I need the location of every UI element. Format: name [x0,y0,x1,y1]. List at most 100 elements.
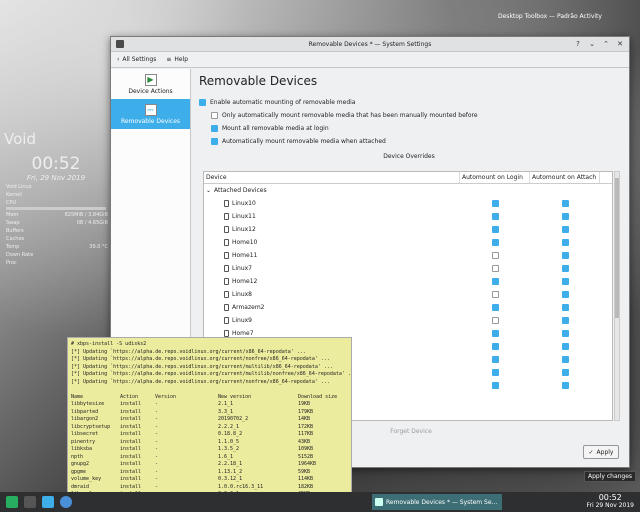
tray-time: 00:52 [598,493,622,502]
col-attach[interactable]: Automount on Attach [530,172,600,183]
device-name: Linux9 [232,317,252,324]
table-row[interactable]: Home12 [204,275,612,288]
forget-device-button[interactable]: Forget Device [351,425,471,439]
option-3[interactable]: Automatically mount removable media when… [199,135,619,148]
terminal-package-row: pinentry install - 1.1.0_5 43KB [71,439,348,447]
attach-checkbox[interactable] [561,330,569,337]
table-row[interactable]: Linux7 [204,262,612,275]
sidebar-item-device-actions[interactable]: ▶ Device Actions [111,69,190,99]
login-checkbox[interactable] [491,369,499,376]
terminal-launcher-icon[interactable] [24,496,36,508]
col-login[interactable]: Automount on Login [460,172,530,183]
attach-checkbox[interactable] [561,343,569,350]
login-checkbox[interactable] [491,213,499,220]
desktop-toolbox-label[interactable]: Desktop Toolbox — Padrão Activity [498,13,602,20]
login-checkbox[interactable] [491,265,499,272]
task-label: Removable Devices * — System Se... [386,498,498,506]
table-row[interactable]: Armazem2 [204,301,612,314]
chevron-down-icon[interactable]: ⌄ [206,187,211,194]
attach-checkbox[interactable] [561,304,569,311]
package-cell: install [120,416,142,422]
terminal-update-line: [*] Updating `https://alpha.de.repo.void… [71,363,333,370]
terminal-package-row: gpgme install - 1.13.1_2 59KB [71,469,348,477]
attach-checkbox[interactable] [561,369,569,376]
option-checkbox[interactable] [211,112,218,119]
package-cell: 109KB [298,446,314,452]
option-0[interactable]: Enable automatic mounting of removable m… [199,96,619,109]
close-icon[interactable]: ✕ [615,39,625,49]
package-cell: 1.6_1 [218,453,234,460]
task-system-settings[interactable]: Removable Devices * — System Se... [372,494,502,510]
titlebar[interactable]: Removable Devices * — System Settings ? … [111,37,629,52]
package-cell: - [155,483,159,490]
package-cell: install [120,453,142,460]
scrollbar-thumb[interactable] [615,178,619,318]
login-checkbox[interactable] [491,330,499,337]
terminal-update-line: [*] Updating `https://alpha.de.repo.void… [71,378,330,385]
option-checkbox[interactable] [211,138,218,145]
package-cell: libcryptsetup [71,423,111,430]
table-row[interactable]: Linux11 [204,210,612,223]
table-row[interactable]: Home11 [204,249,612,262]
toolbar: ‹ All Settings ≡ Help [111,52,629,68]
terminal-table-header: Name Action Version New version Download… [71,394,348,402]
option-checkbox[interactable] [211,125,218,132]
help-label: Help [174,56,189,63]
option-checkbox[interactable] [199,99,206,106]
help-icon[interactable]: ? [573,39,583,49]
attach-checkbox[interactable] [561,278,569,285]
package-cell: 0.18.8_2 [218,431,243,437]
attach-checkbox[interactable] [561,213,569,220]
terminal-window[interactable]: # xbps-install -S udisks2 [*] Updating `… [67,337,352,512]
table-row[interactable]: Linux9 [204,314,612,327]
drive-icon [224,239,229,246]
file-manager-icon[interactable] [42,496,54,508]
attach-checkbox[interactable] [561,252,569,259]
option-2[interactable]: Mount all removable media at login [199,122,619,135]
group-row[interactable]: ⌄ Attached Devices [204,184,612,197]
login-checkbox[interactable] [491,382,499,389]
option-1[interactable]: Only automatically mount removable media… [199,109,619,122]
login-checkbox[interactable] [491,239,499,246]
login-checkbox[interactable] [491,252,499,259]
apply-button[interactable]: ✓ Apply [583,445,619,459]
package-cell: 2.2.2_1 [218,423,240,430]
attach-checkbox[interactable] [561,265,569,272]
attach-checkbox[interactable] [561,291,569,298]
group-title: Device Overrides [383,153,435,160]
conky-key: Kernel [6,192,22,198]
table-row[interactable]: Linux10 [204,197,612,210]
attach-checkbox[interactable] [561,317,569,324]
conky-key: Proc [6,260,17,266]
login-checkbox[interactable] [491,356,499,363]
login-checkbox[interactable] [491,317,499,324]
table-scrollbar[interactable] [614,171,620,421]
tray-clock[interactable]: 00:52 Fri 29 Nov 2019 [587,494,634,510]
help-button[interactable]: ≡ Help [166,56,188,63]
attach-checkbox[interactable] [561,226,569,233]
table-row[interactable]: Linux12 [204,223,612,236]
attach-checkbox[interactable] [561,239,569,246]
attach-checkbox[interactable] [561,356,569,363]
minimize-icon[interactable]: ⌄ [587,39,597,49]
package-cell: install [120,423,142,430]
attach-checkbox[interactable] [561,382,569,389]
attach-checkbox[interactable] [561,200,569,207]
login-checkbox[interactable] [491,343,499,350]
login-checkbox[interactable] [491,304,499,311]
login-checkbox[interactable] [491,278,499,285]
table-row[interactable]: Linux8 [204,288,612,301]
login-checkbox[interactable] [491,291,499,298]
col-device[interactable]: Device [204,172,460,183]
package-cell: - [155,423,159,430]
table-row[interactable]: Home10 [204,236,612,249]
th-version: Version [155,393,177,400]
login-checkbox[interactable] [491,200,499,207]
sidebar-item-removable-devices[interactable]: ⎓ Removable Devices [111,99,190,129]
tray-date: Fri 29 Nov 2019 [586,502,634,509]
login-checkbox[interactable] [491,226,499,233]
launcher-icon[interactable] [6,496,18,508]
maximize-icon[interactable]: ⌃ [601,39,611,49]
all-settings-button[interactable]: ‹ All Settings [117,56,156,63]
browser-icon[interactable] [60,496,72,508]
